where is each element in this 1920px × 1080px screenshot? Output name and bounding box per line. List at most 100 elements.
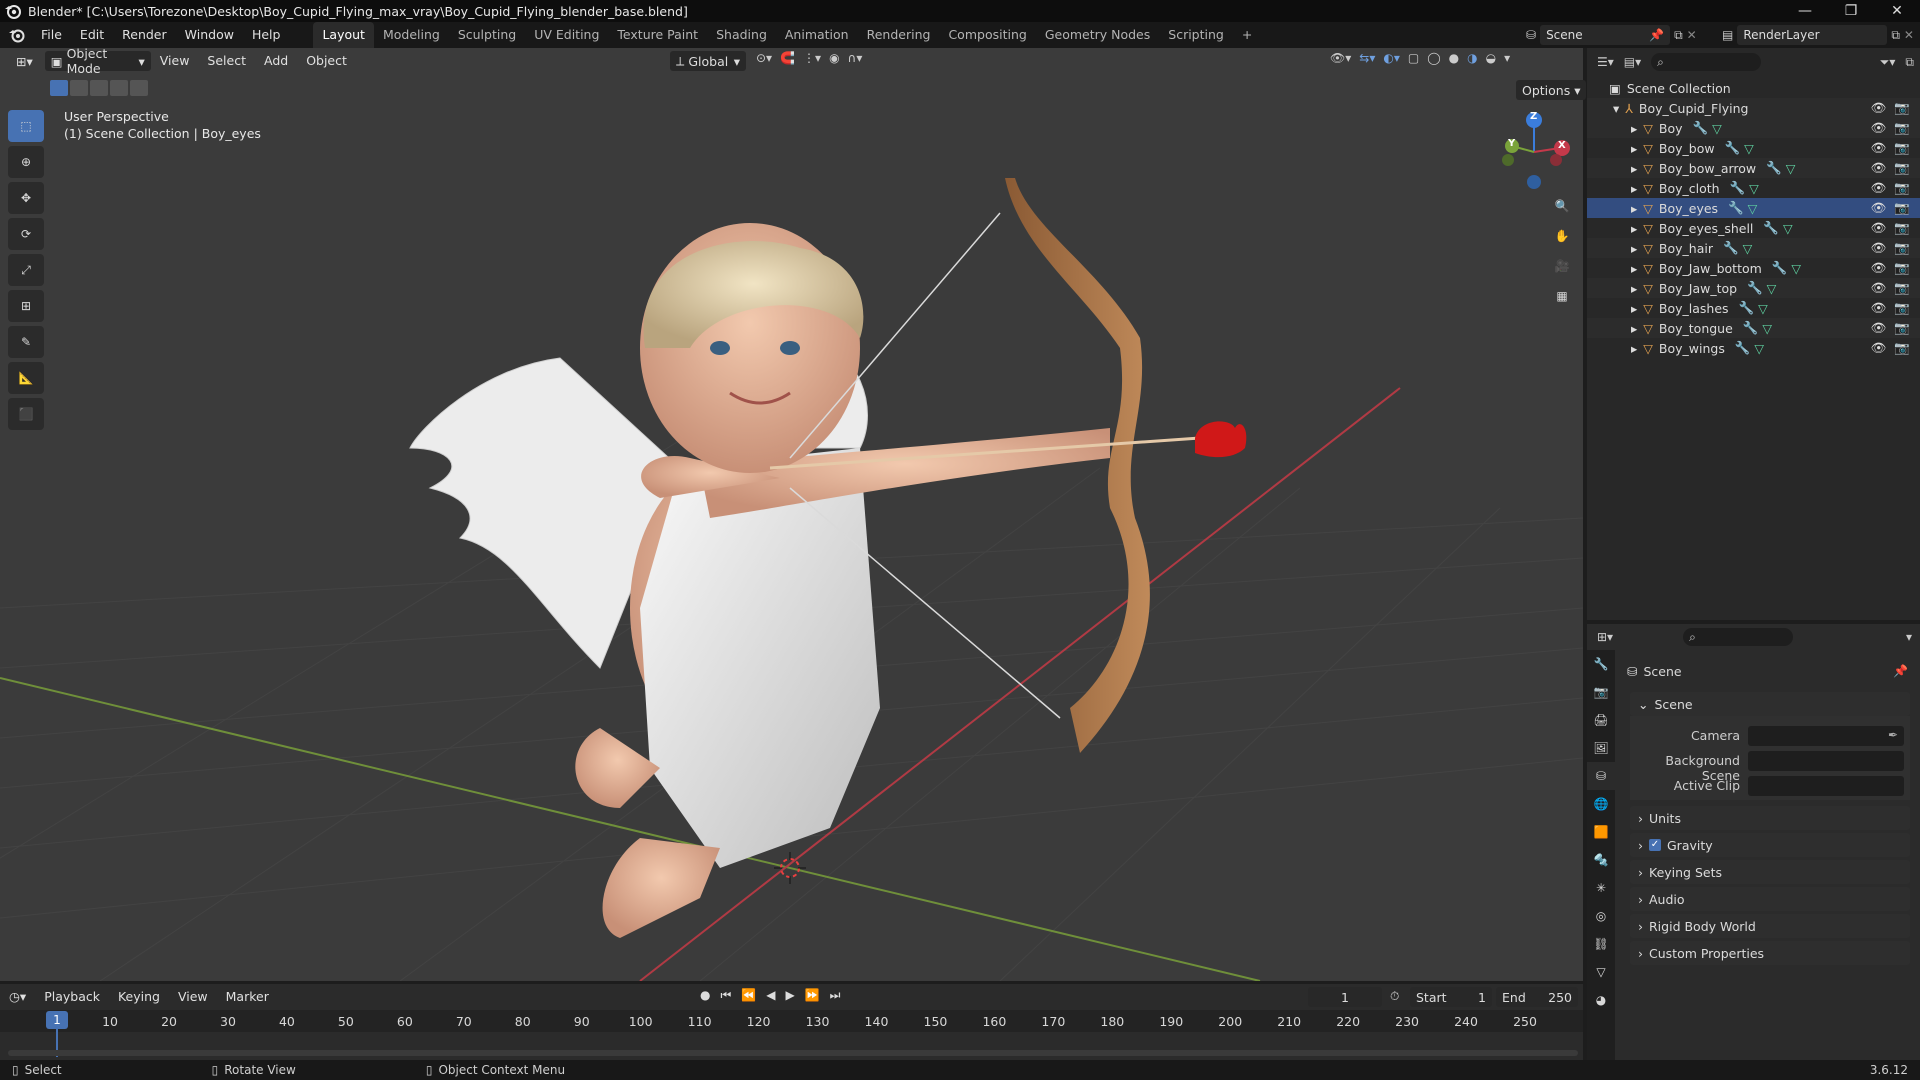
expand-arrow-icon[interactable]: ▸ bbox=[1631, 321, 1637, 336]
expand-arrow-icon[interactable]: ▸ bbox=[1631, 301, 1637, 316]
constraints-tab-icon[interactable]: ⛓ bbox=[1587, 930, 1615, 958]
scene-tab-icon[interactable]: ⛁ bbox=[1587, 762, 1615, 790]
scene-selector-icon[interactable]: ⛁ bbox=[1526, 28, 1536, 42]
output-tab-icon[interactable]: 🖨 bbox=[1587, 706, 1615, 734]
current-frame-field[interactable]: 1 bbox=[1308, 987, 1382, 1007]
gizmo-toggle-icon[interactable]: ⇆▾ bbox=[1359, 51, 1375, 65]
modifier-icon[interactable]: 🔧 bbox=[1693, 120, 1709, 136]
timeline-menu-marker[interactable]: Marker bbox=[217, 984, 278, 1010]
render-camera-icon[interactable]: 📷 bbox=[1894, 240, 1910, 256]
timeline-menu-playback[interactable]: Playback bbox=[35, 984, 109, 1010]
eye-icon[interactable]: 👁 bbox=[1871, 240, 1887, 256]
scene-field[interactable]: Scene 📌 bbox=[1540, 25, 1671, 45]
properties-search-input[interactable]: ⌕ bbox=[1683, 628, 1794, 646]
playhead[interactable]: 1 bbox=[46, 1011, 68, 1029]
close-button[interactable]: ✕ bbox=[1874, 0, 1920, 22]
play-reverse-icon[interactable]: ◀ bbox=[766, 988, 775, 1003]
physics-tab-icon[interactable]: ◎ bbox=[1587, 902, 1615, 930]
viewport-menu-view[interactable]: View bbox=[151, 48, 199, 74]
new-view-layer-icon[interactable]: ⧉ bbox=[1891, 28, 1900, 43]
annotate-tool-icon[interactable]: ✎ bbox=[8, 326, 44, 358]
expand-arrow-icon[interactable]: ▸ bbox=[1631, 161, 1637, 176]
properties-section-row[interactable]: › Rigid Body World bbox=[1630, 914, 1910, 938]
menu-window[interactable]: Window bbox=[176, 22, 243, 48]
mesh-data-icon[interactable]: ▽ bbox=[1758, 301, 1768, 316]
render-camera-icon[interactable]: 📷 bbox=[1894, 160, 1910, 176]
viewport-menu-object[interactable]: Object bbox=[297, 48, 356, 74]
eye-icon[interactable]: 👁 bbox=[1871, 300, 1887, 316]
render-camera-icon[interactable]: 📷 bbox=[1894, 140, 1910, 156]
properties-pin-icon[interactable]: 📌 bbox=[1893, 664, 1908, 678]
expand-arrow-icon[interactable]: ▸ bbox=[1631, 121, 1637, 136]
mesh-data-icon[interactable]: ▽ bbox=[1791, 261, 1801, 276]
falloff-icon[interactable]: ∩▾ bbox=[848, 51, 863, 65]
snap-target-icon[interactable]: ⋮▾ bbox=[803, 51, 821, 65]
outliner-row-scene-collection[interactable]: ▣ Scene Collection bbox=[1587, 78, 1920, 98]
maximize-button[interactable]: ❐ bbox=[1828, 0, 1874, 22]
expand-arrow-icon[interactable]: ▸ bbox=[1631, 241, 1637, 256]
render-camera-icon[interactable]: 📷 bbox=[1894, 180, 1910, 196]
menu-file[interactable]: File bbox=[32, 22, 71, 48]
tab-shading[interactable]: Shading bbox=[707, 22, 776, 48]
modifier-icon[interactable]: 🔧 bbox=[1730, 180, 1746, 196]
render-camera-icon[interactable]: 📷 bbox=[1894, 340, 1910, 356]
tab-scripting[interactable]: Scripting bbox=[1159, 22, 1233, 48]
select-extend-icon[interactable] bbox=[70, 80, 88, 96]
pin-icon[interactable]: 📌 bbox=[1649, 28, 1664, 42]
properties-editor-icon[interactable]: ⊞▾ bbox=[1597, 630, 1613, 644]
modifier-icon[interactable]: 🔧 bbox=[1763, 220, 1779, 236]
measure-tool-icon[interactable]: 📐 bbox=[8, 362, 44, 394]
outliner-row-object[interactable]: ▸ ▽ Boy_bow 🔧 ▽ 👁 📷 bbox=[1587, 138, 1920, 158]
expand-arrow-icon[interactable]: ▸ bbox=[1631, 141, 1637, 156]
material-shading-icon[interactable]: ◑ bbox=[1467, 51, 1477, 65]
eyedropper-icon[interactable]: ✒ bbox=[1888, 728, 1898, 742]
outliner-row-object[interactable]: ▸ ▽ Boy_hair 🔧 ▽ 👁 📷 bbox=[1587, 238, 1920, 258]
mesh-data-icon[interactable]: ▽ bbox=[1748, 201, 1758, 216]
expand-arrow-icon[interactable]: ▸ bbox=[1631, 281, 1637, 296]
zoom-icon[interactable]: 🔍 bbox=[1548, 192, 1576, 220]
modifier-icon[interactable]: 🔧 bbox=[1743, 320, 1759, 336]
data-tab-icon[interactable]: ▽ bbox=[1587, 958, 1615, 986]
properties-section-row[interactable]: › Keying Sets bbox=[1630, 860, 1910, 884]
xray-icon[interactable]: ▢ bbox=[1408, 51, 1419, 65]
rotate-tool-icon[interactable]: ⟳ bbox=[8, 218, 44, 250]
navigation-gizmo[interactable]: Z Y X bbox=[1490, 108, 1580, 198]
render-camera-icon[interactable]: 📷 bbox=[1894, 220, 1910, 236]
modifier-icon[interactable]: 🔧 bbox=[1766, 160, 1782, 176]
mesh-data-icon[interactable]: ▽ bbox=[1743, 241, 1753, 256]
modifier-icon[interactable]: 🔧 bbox=[1772, 260, 1788, 276]
end-frame-field[interactable]: End 250 bbox=[1496, 987, 1578, 1007]
modifier-icon[interactable]: 🔧 bbox=[1725, 140, 1741, 156]
properties-section-row[interactable]: › Custom Properties bbox=[1630, 941, 1910, 965]
select-invert-icon[interactable] bbox=[110, 80, 128, 96]
outliner-row-collection[interactable]: ▾ ⅄ Boy_Cupid_Flying 👁 📷 bbox=[1587, 98, 1920, 118]
outliner-row-object[interactable]: ▸ ▽ Boy_Jaw_top 🔧 ▽ 👁 📷 bbox=[1587, 278, 1920, 298]
view-layer-field[interactable]: RenderLayer bbox=[1737, 25, 1888, 45]
expand-arrow-icon[interactable]: ▾ bbox=[1613, 101, 1619, 116]
eye-icon[interactable]: 👁 bbox=[1871, 120, 1887, 136]
overlay-toggle-icon[interactable]: ◐▾ bbox=[1383, 51, 1400, 65]
viewport-menu-add[interactable]: Add bbox=[255, 48, 297, 74]
rendered-shading-icon[interactable]: ◒ bbox=[1486, 51, 1496, 65]
snap-icon[interactable]: 🧲 bbox=[780, 51, 795, 65]
shading-options-icon[interactable]: ▾ bbox=[1504, 51, 1510, 65]
outliner-search-input[interactable]: ⌕ bbox=[1651, 53, 1762, 71]
eye-icon[interactable]: 👁 bbox=[1871, 180, 1887, 196]
select-box-tool-icon[interactable]: ⬚ bbox=[8, 110, 44, 142]
tab-uv-editing[interactable]: UV Editing bbox=[525, 22, 608, 48]
transform-orientation-dropdown[interactable]: ⟂ Global ▾ bbox=[670, 51, 746, 71]
options-dropdown[interactable]: Options ▾ bbox=[1516, 80, 1587, 100]
eye-icon[interactable]: 👁 bbox=[1871, 100, 1887, 116]
tab-geometry-nodes[interactable]: Geometry Nodes bbox=[1036, 22, 1159, 48]
outliner-row-object[interactable]: ▸ ▽ Boy 🔧 ▽ 👁 📷 bbox=[1587, 118, 1920, 138]
eye-icon[interactable]: 👁 bbox=[1871, 320, 1887, 336]
play-icon[interactable]: ▶ bbox=[785, 988, 794, 1003]
properties-section-row[interactable]: › Audio bbox=[1630, 887, 1910, 911]
tab-layout[interactable]: Layout bbox=[313, 22, 374, 48]
menu-help[interactable]: Help bbox=[243, 22, 290, 48]
next-keyframe-icon[interactable]: ⏩ bbox=[805, 988, 820, 1003]
outliner[interactable]: ☰▾ ▤▾ ⌕ ⏷▾ ⧉ ▣ Scene Collection ▾ ⅄ Boy_… bbox=[1587, 48, 1920, 620]
mesh-data-icon[interactable]: ▽ bbox=[1762, 321, 1772, 336]
material-tab-icon[interactable]: ◕ bbox=[1587, 986, 1615, 1014]
mesh-data-icon[interactable]: ▽ bbox=[1786, 161, 1796, 176]
